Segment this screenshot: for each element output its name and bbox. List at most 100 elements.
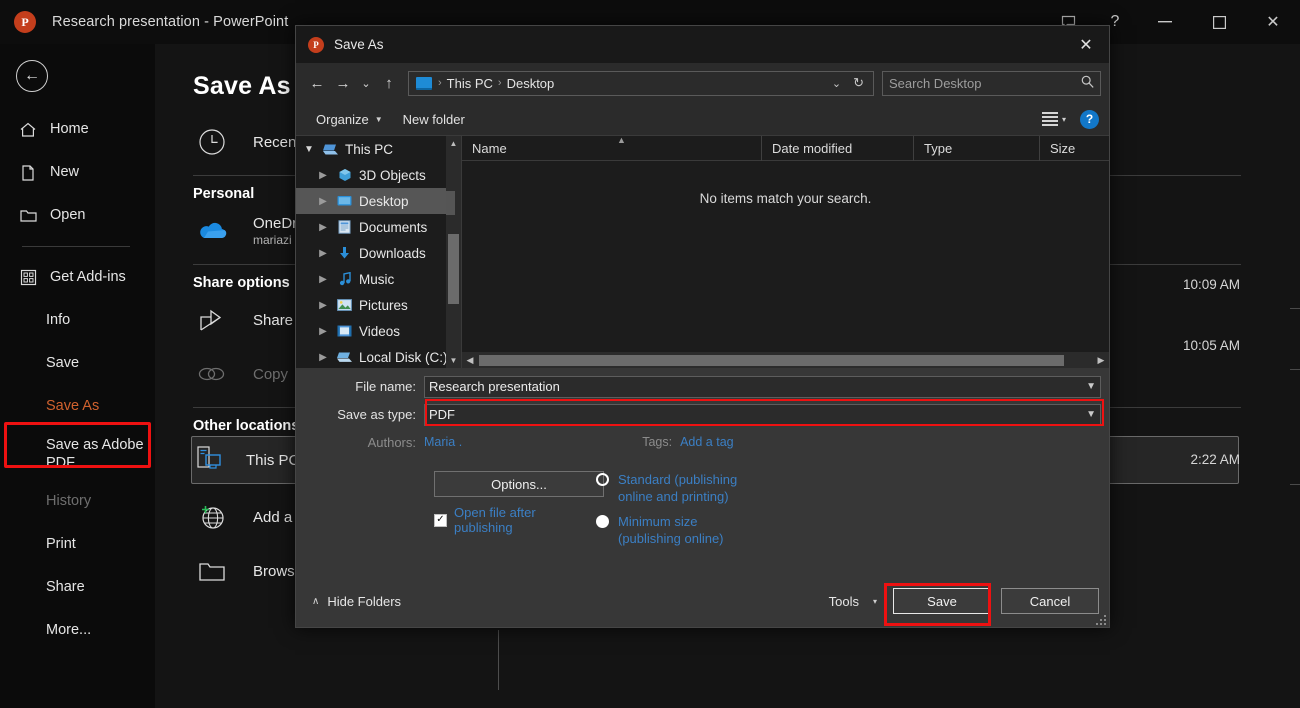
chevron-down-icon: ▼ <box>374 114 383 124</box>
dialog-close-button[interactable]: ✕ <box>1063 26 1109 63</box>
column-header-name[interactable]: Name <box>462 135 762 161</box>
search-icon <box>1081 75 1094 91</box>
address-chevron-down-icon[interactable]: ⌄ <box>825 77 848 90</box>
up-one-level-icon[interactable]: ↑ <box>376 70 402 96</box>
view-layout-icon[interactable] <box>1041 112 1058 126</box>
sidebar-item-history[interactable]: History <box>0 480 155 523</box>
divider <box>1290 369 1300 370</box>
chevron-right-icon[interactable]: ▶ <box>316 352 330 363</box>
tree-item-local-disk-c[interactable]: ▶ Local Disk (C:) <box>296 344 461 368</box>
save-as-dialog: P Save As ✕ ← → ⌄ ↑ › This PC › Desktop … <box>295 25 1110 628</box>
sidebar-item-home[interactable]: Home <box>0 108 155 151</box>
window-title: Research presentation - PowerPoint <box>52 14 289 30</box>
file-name-input[interactable]: Research presentation ▼ <box>424 375 1101 398</box>
tree-item-desktop[interactable]: ▶ Desktop <box>296 188 461 214</box>
close-button[interactable]: ✕ <box>1246 0 1300 44</box>
sidebar-item-save-as[interactable]: Save As <box>0 385 155 428</box>
sidebar-item-label: Save As <box>46 398 100 415</box>
tree-item-pictures[interactable]: ▶ Pictures <box>296 292 461 318</box>
tree-scrollbar[interactable]: ▲ ▼ <box>446 136 461 368</box>
sidebar-item-label: Open <box>50 207 86 224</box>
scrollbar-thumb[interactable] <box>448 234 459 304</box>
radio-minimum-size-row[interactable]: Minimum size (publishing online) <box>596 513 1109 547</box>
chevron-right-icon[interactable]: ▶ <box>316 170 330 181</box>
scroll-left-icon[interactable]: ◀ <box>462 355 478 366</box>
dialog-form-area: File name: Research presentation ▼ Save … <box>296 368 1109 575</box>
open-after-publishing-row[interactable]: ✓ Open file after publishing <box>434 505 596 535</box>
sidebar-item-print[interactable]: Print <box>0 523 155 566</box>
radio-standard[interactable] <box>596 473 609 486</box>
radio-minimum-size[interactable] <box>596 515 609 528</box>
cancel-button[interactable]: Cancel <box>1001 588 1099 614</box>
search-box[interactable]: Search Desktop <box>882 70 1101 96</box>
scroll-down-icon[interactable]: ▼ <box>446 353 461 368</box>
back-button[interactable]: ← <box>16 60 48 92</box>
tree-item-this-pc[interactable]: ▼ This PC <box>296 136 461 162</box>
sidebar-item-new[interactable]: New <box>0 151 155 194</box>
chevron-right-icon[interactable]: ▶ <box>316 300 330 311</box>
chevron-right-icon[interactable]: ▶ <box>316 326 330 337</box>
sidebar-item-label: New <box>50 164 80 181</box>
chevron-right-icon[interactable]: ▶ <box>316 196 330 207</box>
tree-item-3d-objects[interactable]: ▶ 3D Objects <box>296 162 461 188</box>
sidebar-item-info[interactable]: Info <box>0 299 155 342</box>
tree-item-music[interactable]: ▶ Music <box>296 266 461 292</box>
maximize-button[interactable] <box>1192 0 1246 44</box>
options-button[interactable]: Options... <box>434 471 604 497</box>
sidebar-item-save-as-adobe-pdf[interactable]: Save as Adobe PDF <box>0 428 155 480</box>
sidebar-divider <box>22 246 130 247</box>
chevron-down-icon[interactable]: ▼ <box>1080 381 1096 392</box>
save-as-type-row: Save as type: PDF ▼ <box>296 403 1109 426</box>
tree-item-downloads[interactable]: ▶ Downloads <box>296 240 461 266</box>
resize-grip[interactable] <box>1096 615 1106 625</box>
column-header-size[interactable]: Size <box>1040 136 1109 161</box>
view-chevron-down-icon[interactable]: ▾ <box>1062 115 1066 124</box>
chevron-down-icon[interactable]: ▼ <box>1080 409 1096 420</box>
hide-folders-button[interactable]: ∧ Hide Folders <box>312 594 401 609</box>
scroll-right-icon[interactable]: ▶ <box>1093 355 1109 366</box>
tree-item-videos[interactable]: ▶ Videos <box>296 318 461 344</box>
chevron-right-icon[interactable]: ▶ <box>316 222 330 233</box>
sidebar-item-open[interactable]: Open <box>0 194 155 237</box>
addins-icon <box>18 268 38 288</box>
chevron-right-icon[interactable]: ▶ <box>316 274 330 285</box>
forward-icon[interactable]: → <box>330 70 356 96</box>
pictures-icon <box>336 299 353 311</box>
breadcrumb-this-pc[interactable]: This PC <box>444 76 496 91</box>
file-list-horizontal-scrollbar[interactable]: ◀ ▶ <box>462 352 1109 368</box>
scrollbar-thumb[interactable] <box>479 354 1064 366</box>
refresh-icon[interactable]: ↻ <box>848 75 869 91</box>
scroll-up-icon[interactable]: ▲ <box>446 136 461 151</box>
authors-value[interactable]: Maria . <box>424 435 462 449</box>
chevron-right-icon[interactable]: ▶ <box>316 248 330 259</box>
save-as-type-select[interactable]: PDF ▼ <box>424 403 1101 426</box>
toolbar-right-group: ▾ ? <box>1041 109 1099 129</box>
breadcrumb-desktop[interactable]: Desktop <box>504 76 558 91</box>
file-name-row: File name: Research presentation ▼ <box>296 375 1109 398</box>
organize-button[interactable]: Organize ▼ <box>306 112 393 127</box>
sidebar-item-share[interactable]: Share <box>0 566 155 609</box>
new-folder-button[interactable]: New folder <box>393 112 475 127</box>
breadcrumb-separator: › <box>497 77 502 89</box>
tree-item-documents[interactable]: ▶ Documents <box>296 214 461 240</box>
chevron-down-icon[interactable]: ▼ <box>302 144 316 155</box>
tools-button[interactable]: Tools ▾ <box>829 594 883 609</box>
save-button[interactable]: Save <box>893 588 991 614</box>
minimize-button[interactable] <box>1138 0 1192 44</box>
search-input[interactable]: Search Desktop <box>889 76 1081 91</box>
radio-standard-row[interactable]: Standard (publishing online and printing… <box>596 471 1109 505</box>
sidebar-item-more[interactable]: More... <box>0 609 155 652</box>
tags-value[interactable]: Add a tag <box>680 435 734 449</box>
tree-item-label: Music <box>359 271 395 287</box>
sidebar-item-save[interactable]: Save <box>0 342 155 385</box>
sidebar-item-get-addins[interactable]: Get Add-ins <box>0 256 155 299</box>
recent-locations-chevron-down-icon[interactable]: ⌄ <box>356 70 376 96</box>
column-header-date-modified[interactable]: Date modified <box>762 135 914 161</box>
sidebar-item-label: Print <box>46 536 76 553</box>
tree-item-label: Documents <box>359 219 428 235</box>
address-bar[interactable]: › This PC › Desktop ⌄ ↻ <box>408 70 874 96</box>
column-header-type[interactable]: Type <box>914 135 1040 161</box>
open-after-publishing-checkbox[interactable]: ✓ <box>434 513 447 527</box>
help-icon[interactable]: ? <box>1080 109 1099 129</box>
back-icon[interactable]: ← <box>304 70 330 96</box>
